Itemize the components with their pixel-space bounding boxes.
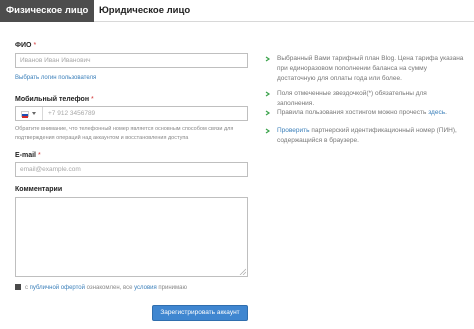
check-id-link[interactable]: Проверить <box>277 127 310 134</box>
agreement-row: с публичной офертой ознакомлен, все усло… <box>15 284 187 294</box>
required-mark: * <box>38 152 41 159</box>
email-label: E-mail * <box>15 152 41 159</box>
choose-login-link[interactable]: Выбрать логин пользователя <box>15 75 96 81</box>
info-rules-before: Правила пользования хостингом можно проч… <box>277 109 429 116</box>
phone-input[interactable] <box>44 107 246 120</box>
info-check-id: Проверить партнерский идентификационный … <box>265 126 465 146</box>
check-icon <box>265 110 271 116</box>
tab-individual[interactable]: Физическое лицо <box>0 0 95 22</box>
email-input[interactable] <box>15 162 248 177</box>
info-plan: Выбранный Вами тарифный план Blog. Цена … <box>265 54 465 84</box>
agree-checkbox[interactable] <box>15 284 21 290</box>
required-mark: * <box>91 96 94 103</box>
fio-label-text: ФИО <box>15 42 32 49</box>
info-required: Поля отмеченные звездочкой(*) обязательн… <box>265 89 465 109</box>
resize-handle-icon[interactable] <box>239 268 246 275</box>
rules-link[interactable]: здесь <box>428 109 445 116</box>
info-rules-text: Правила пользования хостингом можно проч… <box>277 108 465 118</box>
info-plan-text: Выбранный Вами тарифный план Blog. Цена … <box>277 54 465 84</box>
info-check-id-text: Проверить партнерский идентификационный … <box>277 126 465 146</box>
tab-legal-entity[interactable]: Юридическое лицо <box>93 0 196 22</box>
check-icon <box>265 56 271 62</box>
terms-link[interactable]: условия <box>134 285 157 291</box>
phone-label: Мобильный телефон * <box>15 96 94 103</box>
agree-text-after: принимаю <box>156 285 187 291</box>
russia-flag-icon <box>21 111 29 118</box>
plan-name: Blog <box>381 55 395 62</box>
required-mark: * <box>33 42 37 49</box>
chevron-down-icon <box>32 112 36 115</box>
phone-label-text: Мобильный телефон <box>15 96 90 103</box>
info-plan-before: Выбранный Вами тарифный план <box>277 55 382 62</box>
country-select[interactable] <box>16 107 43 120</box>
email-label-text: E-mail <box>15 152 37 159</box>
info-rules-after: . <box>445 109 447 116</box>
fio-input[interactable] <box>15 53 248 68</box>
register-account-button[interactable]: Зарегистрировать аккаунт <box>152 305 248 321</box>
account-type-tabs: Физическое лицо Юридическое лицо <box>0 0 474 22</box>
agree-text-middle: ознакомлен, все <box>85 285 135 291</box>
check-icon <box>265 91 271 97</box>
fio-label: ФИО * <box>15 42 36 49</box>
info-rules: Правила пользования хостингом можно проч… <box>265 108 465 118</box>
phone-field <box>15 106 248 121</box>
public-offer-link[interactable]: публичной офертой <box>30 285 85 291</box>
check-icon <box>265 128 271 134</box>
comments-label: Комментарии <box>15 186 63 193</box>
info-required-text: Поля отмеченные звездочкой(*) обязательн… <box>277 90 427 107</box>
phone-hint: Обратите внимание, что телефонный номер … <box>15 126 234 141</box>
comments-textarea[interactable] <box>15 197 248 277</box>
